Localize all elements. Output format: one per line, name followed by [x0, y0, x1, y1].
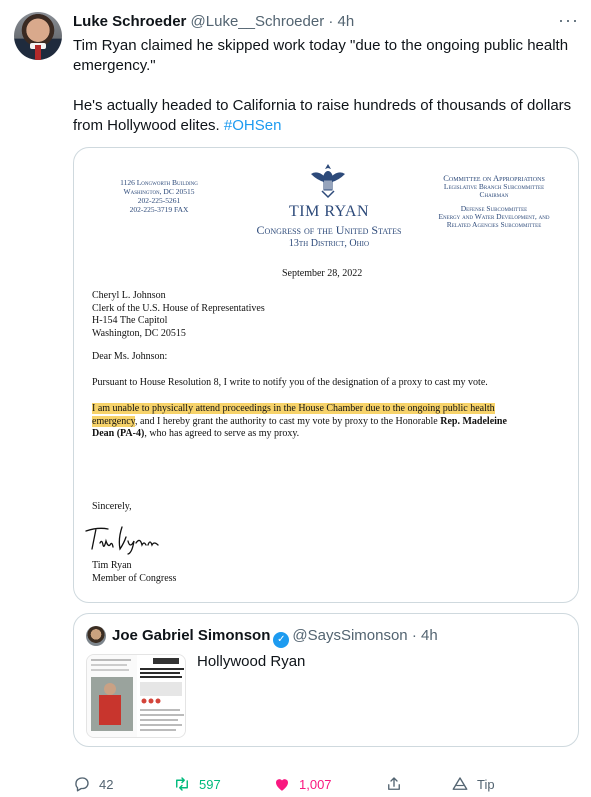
tweet-text: Tim Ryan claimed he skipped work today "… [73, 36, 578, 136]
committee-line: Chairman [479, 190, 509, 199]
address-line: 202-225-3719 FAX [129, 205, 189, 214]
share-icon [388, 777, 400, 790]
quoted-tweet-time[interactable]: 4h [421, 627, 438, 644]
tip-icon [452, 777, 468, 790]
letterhead-center: TIM RYAN Congress of the United States 1… [204, 203, 454, 249]
quoted-tweet-text: Hollywood Ryan [197, 653, 306, 670]
hashtag-link[interactable]: #OHSen [224, 117, 282, 134]
address-line: 202-225-5261 [137, 196, 181, 205]
recipient-line: Washington, DC 20515 [92, 327, 186, 339]
tip-button[interactable]: Tip [451, 772, 495, 796]
author-handle[interactable]: @Luke__Schroeder [191, 13, 325, 30]
separator-dot: · [411, 627, 417, 644]
proxy-name: Dean (PA-4) [92, 428, 145, 439]
separator-dot: · [328, 13, 334, 30]
tweet-text-line2-body: He's actually headed to California to ra… [73, 97, 572, 134]
retweet-icon [176, 777, 188, 791]
reply-icon [75, 777, 89, 792]
quoted-author-avatar[interactable] [86, 626, 106, 646]
tweet-text-line2: He's actually headed to California to ra… [73, 96, 578, 136]
paragraph-2: I am unable to physically attend proceed… [92, 403, 562, 441]
proxy-name: Rep. Madeleine [440, 415, 507, 427]
handwritten-signature [85, 526, 159, 555]
paragraph-text: , and I hereby grant the authority to ca… [135, 415, 441, 427]
quoted-tweet[interactable]: Joe Gabriel Simonson ✓ @SaysSimonson · 4h … [73, 613, 579, 747]
reply-button[interactable]: 42 [73, 772, 113, 796]
letterhead-committee: Committee on Appropriations Legislative … [424, 173, 564, 229]
tip-label: Tip [477, 776, 495, 792]
share-button[interactable] [385, 772, 403, 796]
signer-title: Member of Congress [92, 572, 177, 584]
paragraph-text: , who has agreed to serve as my proxy. [144, 428, 300, 439]
recipient-line: Cheryl L. Johnson [92, 290, 166, 301]
author-name[interactable]: Luke Schroeder [73, 13, 186, 30]
letter-image[interactable]: 1126 Longworth Building Washington, DC 2… [73, 147, 579, 603]
retweet-button[interactable]: 597 [173, 772, 221, 796]
tweet-header: Luke Schroeder @Luke__Schroeder · 4h [73, 12, 354, 32]
highlighted-text: emergency [92, 415, 136, 427]
retweet-count: 597 [199, 776, 221, 792]
recipient-line: Clerk of the U.S. House of Representativ… [92, 302, 265, 314]
letterhead-congress: Congress of the United States [256, 223, 402, 237]
avatar-tie [35, 45, 41, 60]
more-horizontal-icon[interactable]: ··· [558, 10, 579, 31]
screenshot-collage-icon [87, 655, 185, 737]
like-button[interactable]: 1,007 [273, 772, 332, 796]
tweet-time[interactable]: 4h [338, 13, 355, 30]
quoted-tweet-thumbnail[interactable] [86, 654, 186, 738]
address-line: Washington, DC 20515 [123, 187, 195, 196]
quoted-author-name[interactable]: Joe Gabriel Simonson [112, 627, 270, 644]
recipient-block: Cheryl L. Johnson Clerk of the U.S. Hous… [92, 290, 265, 340]
highlighted-text: I am unable to physically attend proceed… [92, 403, 495, 414]
signer-block: Tim Ryan Member of Congress [92, 560, 176, 585]
like-count: 1,007 [299, 776, 332, 792]
letterhead-district: 13th District, Ohio [288, 238, 370, 249]
verified-badge-icon: ✓ [273, 632, 290, 648]
letterhead-address: 1126 Longworth Building Washington, DC 2… [104, 178, 214, 214]
reply-count: 42 [99, 776, 114, 792]
address-line: 1126 Longworth Building [120, 178, 198, 187]
recipient-line: H-154 The Capitol [92, 315, 168, 326]
tweet-text-line1: Tim Ryan claimed he skipped work today "… [73, 37, 569, 74]
signer-name: Tim Ryan [92, 560, 132, 571]
letter-date: September 28, 2022 [282, 268, 363, 279]
author-avatar[interactable] [14, 12, 62, 60]
heart-icon [276, 779, 288, 791]
salutation: Dear Ms. Johnson: [92, 351, 168, 362]
tweet-actions: 42 597 1,007 Tip [73, 772, 578, 796]
paragraph-1: Pursuant to House Resolution 8, I write … [92, 377, 488, 388]
quoted-tweet-header: Joe Gabriel Simonson ✓ @SaysSimonson · 4h [112, 626, 438, 648]
committee-line: Related Agencies Subcommittee [446, 220, 542, 229]
letterhead-name: TIM RYAN [288, 203, 369, 220]
eagle-seal-icon [311, 164, 345, 199]
closing: Sincerely, [92, 501, 132, 512]
quoted-author-handle[interactable]: @SaysSimonson [292, 627, 407, 644]
